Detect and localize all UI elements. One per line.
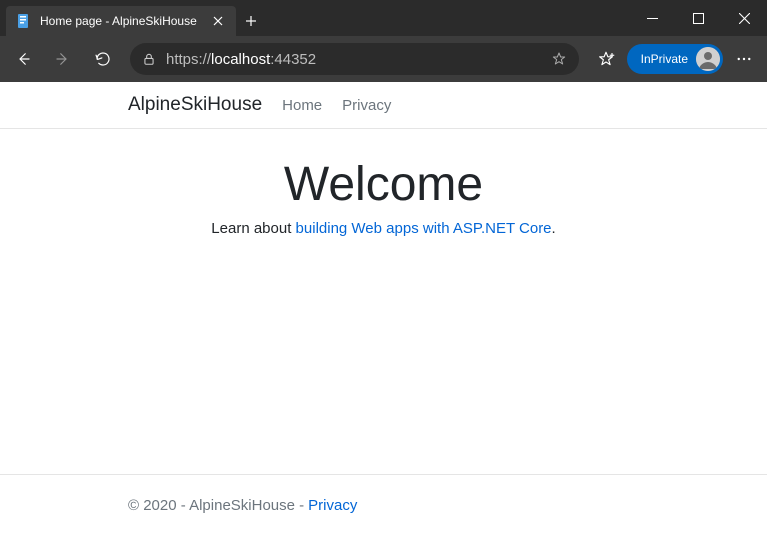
footer-text: © 2020 - AlpineSkiHouse - [128, 497, 304, 514]
settings-menu-button[interactable] [725, 40, 763, 78]
inprivate-label: InPrivate [641, 52, 688, 66]
site-navbar: AlpineSkiHouse Home Privacy [0, 82, 767, 129]
lead-suffix: . [552, 220, 556, 237]
refresh-button[interactable] [84, 40, 122, 78]
profile-avatar-icon [696, 47, 720, 71]
main-content: Welcome Learn about building Web apps wi… [0, 129, 767, 474]
browser-tab[interactable]: Home page - AlpineSkiHouse [6, 6, 236, 36]
lock-icon [142, 52, 156, 66]
nav-link-privacy[interactable]: Privacy [342, 97, 391, 114]
window-minimize-button[interactable] [629, 0, 675, 36]
lead-paragraph: Learn about building Web apps with ASP.N… [0, 220, 767, 237]
tab-title: Home page - AlpineSkiHouse [40, 14, 200, 28]
nav-link-home[interactable]: Home [282, 97, 322, 114]
url-scheme: https:// [166, 51, 211, 68]
url-host: localhost [211, 51, 270, 68]
inprivate-indicator[interactable]: InPrivate [627, 44, 723, 74]
footer-privacy-link[interactable]: Privacy [308, 497, 357, 514]
new-tab-button[interactable] [236, 6, 266, 36]
lead-link[interactable]: building Web apps with ASP.NET Core [296, 220, 552, 237]
address-bar[interactable]: https://localhost:44352 [130, 43, 579, 75]
window-maximize-button[interactable] [675, 0, 721, 36]
favorites-button[interactable] [587, 40, 625, 78]
forward-button[interactable] [44, 40, 82, 78]
browser-titlebar: Home page - AlpineSkiHouse [0, 0, 767, 36]
lead-prefix: Learn about [211, 220, 295, 237]
brand-link[interactable]: AlpineSkiHouse [128, 94, 262, 116]
page-viewport: AlpineSkiHouse Home Privacy Welcome Lear… [0, 82, 767, 536]
url-port: :44352 [270, 51, 316, 68]
page-favicon-icon [16, 13, 32, 29]
browser-toolbar: https://localhost:44352 InPrivate [0, 36, 767, 82]
page-heading: Welcome [0, 157, 767, 212]
back-button[interactable] [4, 40, 42, 78]
site-footer: © 2020 - AlpineSkiHouse - Privacy [0, 474, 767, 536]
window-close-button[interactable] [721, 0, 767, 36]
window-controls [629, 0, 767, 36]
tab-close-button[interactable] [208, 11, 228, 31]
url-text: https://localhost:44352 [166, 51, 535, 68]
add-favorite-button[interactable] [545, 45, 573, 73]
